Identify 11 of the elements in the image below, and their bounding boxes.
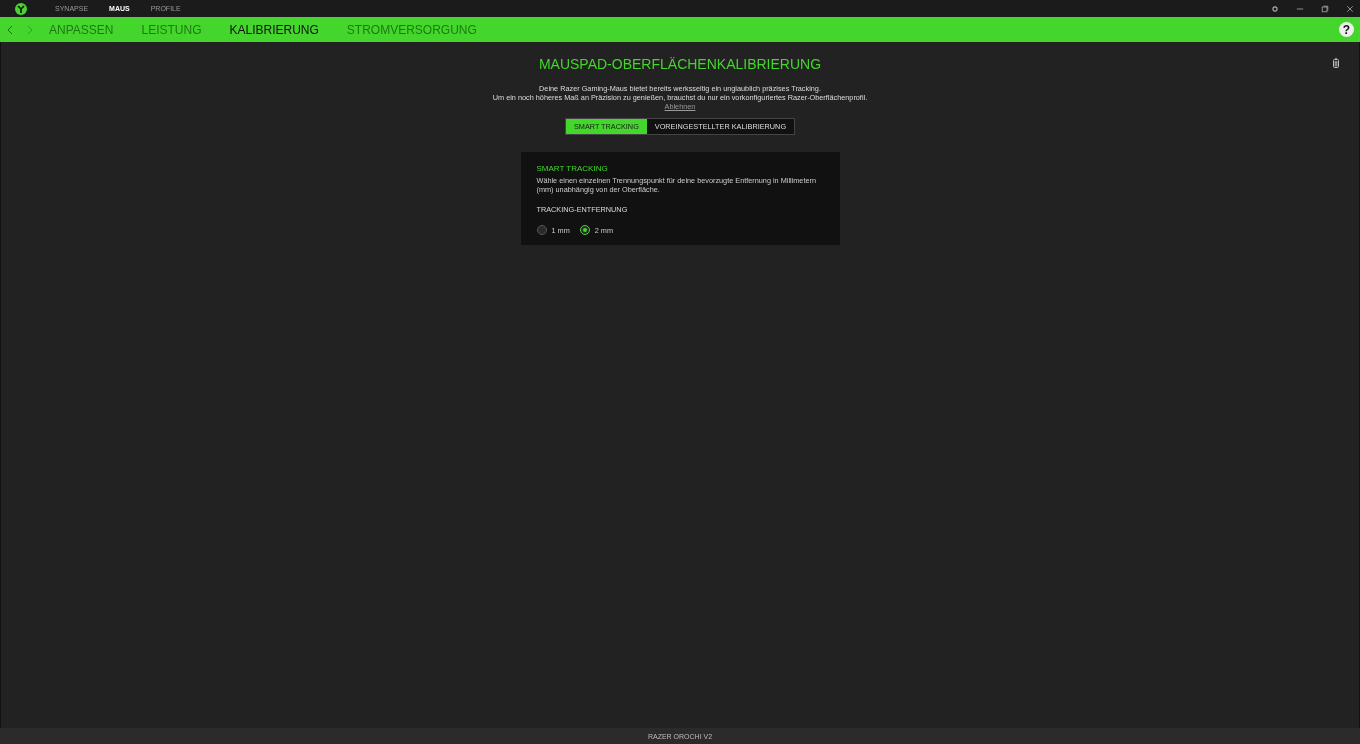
radio-button[interactable]: [536, 225, 547, 235]
section-tab[interactable]: KALIBRIERUNG: [229, 22, 319, 37]
battery-icon: [1333, 58, 1339, 68]
close-icon[interactable]: [1346, 4, 1354, 13]
page-title: MAUSPAD-OBERFLÄCHENKALIBRIERUNG: [538, 56, 822, 72]
radio-button[interactable]: [579, 225, 590, 235]
settings-icon[interactable]: [1271, 4, 1279, 13]
help-button[interactable]: ?: [1339, 22, 1354, 37]
back-icon[interactable]: [7, 24, 13, 35]
card-heading: SMART TRACKING: [536, 164, 608, 173]
restore-icon[interactable]: [1321, 4, 1329, 13]
